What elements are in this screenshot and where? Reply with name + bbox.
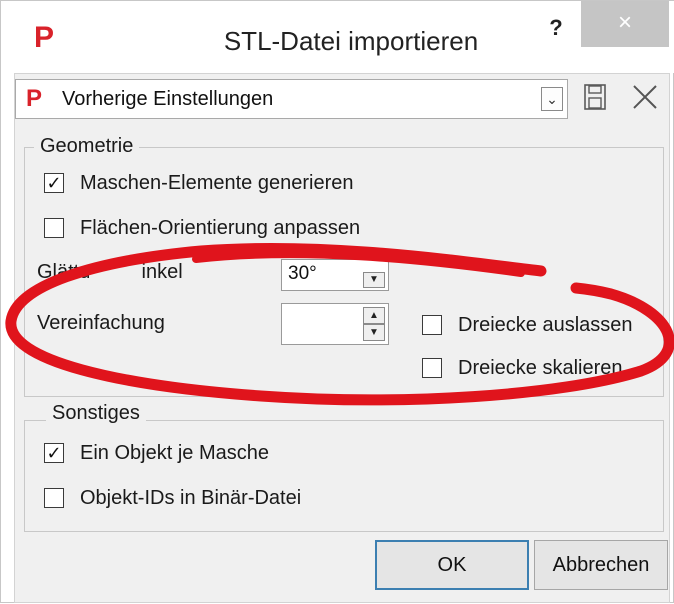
cancel-button[interactable]: Abbrechen bbox=[534, 540, 668, 590]
close-icon: × bbox=[617, 9, 632, 36]
one-object-per-mesh-label: Ein Objekt je Masche bbox=[80, 442, 269, 464]
preset-dropdown[interactable]: P Vorherige Einstellungen ⌄ bbox=[15, 79, 568, 119]
object-ids-binary-checkbox-row[interactable]: Objekt-IDs in Binär-Datei bbox=[44, 485, 384, 515]
scale-triangles-checkbox-row[interactable]: Dreiecke skalieren bbox=[422, 355, 662, 385]
close-button[interactable]: × bbox=[581, 1, 669, 47]
face-orientation-label: Flächen-Orientierung anpassen bbox=[80, 217, 361, 239]
help-button[interactable]: ? bbox=[539, 11, 573, 51]
face-orientation-checkbox-row[interactable]: Flächen-Orientierung anpassen bbox=[44, 215, 434, 245]
title-bar[interactable]: P STL-Datei importieren ? × bbox=[1, 1, 674, 73]
simplification-down-icon[interactable]: ▼ bbox=[363, 324, 385, 341]
preset-selected-value: Vorherige Einstellungen bbox=[62, 88, 274, 110]
chevron-down-icon[interactable]: ⌄ bbox=[541, 87, 563, 111]
omit-triangles-checkbox-row[interactable]: Dreiecke auslassen bbox=[422, 312, 662, 342]
mesh-elements-checkbox-row[interactable]: ✓ Maschen-Elemente generieren bbox=[44, 170, 424, 200]
smoothing-angle-stepper[interactable]: 30° ▼ bbox=[281, 259, 389, 291]
save-icon[interactable] bbox=[584, 84, 606, 110]
scale-triangles-label: Dreiecke skalieren bbox=[458, 357, 623, 379]
object-ids-binary-checkbox[interactable] bbox=[44, 488, 64, 508]
app-logo-icon: P bbox=[34, 21, 55, 54]
stl-import-dialog: P STL-Datei importieren ? × P Vorherige … bbox=[0, 0, 674, 603]
simplification-label: Vereinfachung bbox=[37, 312, 165, 334]
mesh-elements-checkbox[interactable]: ✓ bbox=[44, 173, 64, 193]
one-object-per-mesh-checkbox-row[interactable]: ✓ Ein Objekt je Masche bbox=[44, 440, 364, 470]
smoothing-angle-value[interactable]: 30° bbox=[288, 260, 317, 288]
omit-triangles-label: Dreiecke auslassen bbox=[458, 314, 633, 336]
smoothing-down-icon[interactable]: ▼ bbox=[363, 272, 385, 288]
one-object-per-mesh-checkbox[interactable]: ✓ bbox=[44, 443, 64, 463]
delete-preset-icon[interactable] bbox=[631, 83, 659, 111]
face-orientation-checkbox[interactable] bbox=[44, 218, 64, 238]
dialog-title: STL-Datei importieren bbox=[223, 26, 479, 56]
mesh-elements-label: Maschen-Elemente generieren bbox=[80, 172, 354, 194]
simplification-stepper[interactable]: ▲ ▼ bbox=[281, 303, 389, 345]
omit-triangles-checkbox[interactable] bbox=[422, 315, 442, 335]
sonstiges-group bbox=[24, 420, 664, 532]
simplification-up-icon[interactable]: ▲ bbox=[363, 307, 385, 324]
smoothing-angle-label: Glättungswiinkel bbox=[37, 261, 183, 283]
geometrie-group-title: Geometrie bbox=[34, 134, 140, 158]
object-ids-binary-label: Objekt-IDs in Binär-Datei bbox=[80, 487, 302, 509]
ok-button[interactable]: OK bbox=[375, 540, 529, 590]
scale-triangles-checkbox[interactable] bbox=[422, 358, 442, 378]
preset-logo-icon: P bbox=[26, 85, 43, 112]
sonstiges-group-title: Sonstiges bbox=[46, 401, 146, 425]
